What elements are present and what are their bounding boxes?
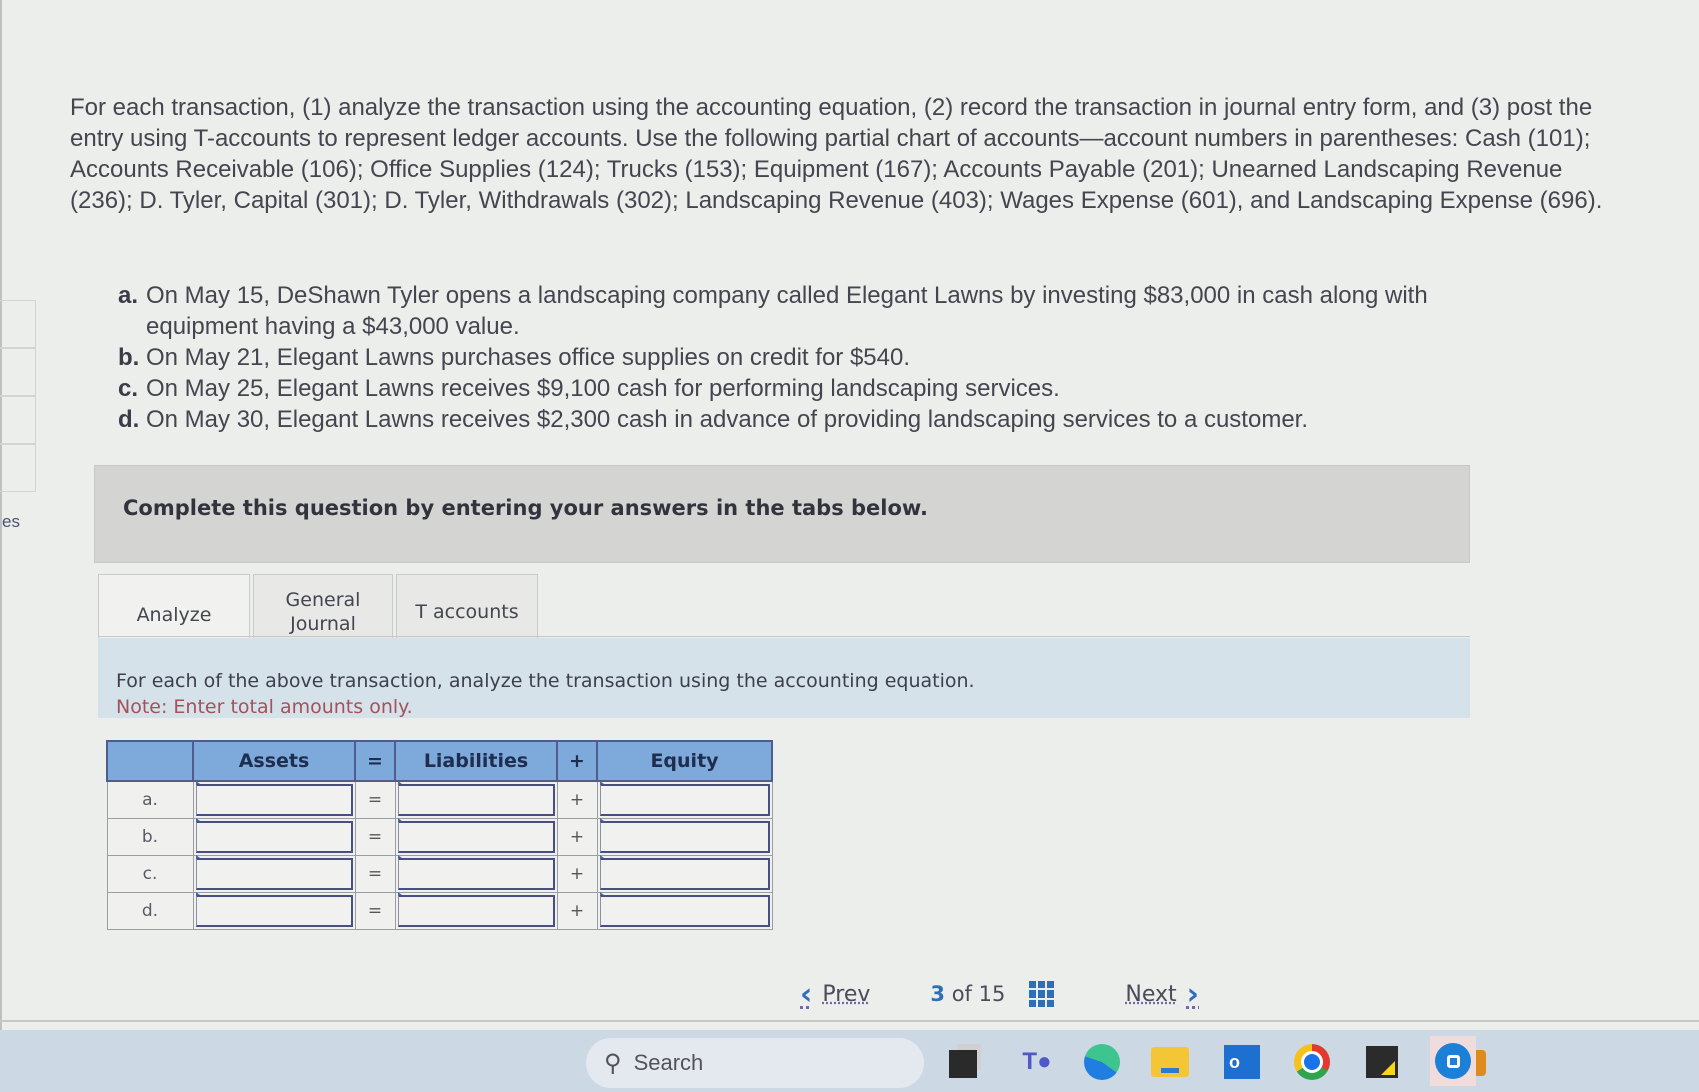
liabilities-input[interactable] (397, 821, 555, 853)
outlook-icon[interactable]: o (1222, 1042, 1262, 1082)
transaction-text: On May 30, Elegant Lawns receives $2,300… (146, 406, 1308, 433)
transaction-letter: b. (118, 344, 140, 371)
liabilities-input[interactable] (397, 784, 555, 816)
tab-divider (98, 636, 1470, 637)
sidebar-cell[interactable] (0, 348, 36, 396)
transaction-item: c. On May 25, Elegant Lawns receives $9,1… (118, 373, 1538, 404)
table-row: c. = + (106, 855, 773, 893)
plus-sign: + (556, 855, 598, 893)
header-plus: + (556, 740, 598, 782)
transaction-text: On May 21, Elegant Lawns purchases offic… (146, 344, 911, 371)
instructions-note: Note: Enter total amounts only. (116, 696, 413, 718)
header-liabilities: Liabilities (394, 740, 558, 782)
table-row: b. = + (106, 818, 773, 856)
sidebar-cell[interactable] (0, 444, 36, 492)
liabilities-input[interactable] (397, 858, 555, 890)
assets-input[interactable] (195, 784, 353, 816)
transaction-list: a. On May 15, DeShawn Tyler opens a lands… (118, 280, 1538, 435)
transaction-letter: d. (118, 406, 140, 433)
transaction-item: b. On May 21, Elegant Lawns purchases off… (118, 342, 1538, 373)
sidebar-label[interactable]: es (2, 512, 20, 532)
footer-divider (0, 1020, 1699, 1022)
question-pager: ‹ Prev 3 of 15 Next › (790, 968, 1209, 1020)
equity-input[interactable] (599, 895, 770, 927)
transaction-item: d. On May 30, Elegant Lawns receives $2,3… (118, 404, 1538, 435)
equity-input[interactable] (599, 858, 770, 890)
blue-app-icon[interactable] (1430, 1036, 1476, 1086)
edge-icon[interactable] (1082, 1042, 1122, 1082)
file-explorer-icon[interactable] (1150, 1042, 1190, 1082)
transaction-letter: c. (118, 375, 139, 402)
sidebar-cell[interactable] (0, 300, 36, 348)
transaction-text: On May 15, DeShawn Tyler opens a landsca… (146, 282, 1428, 340)
transaction-item: a. On May 15, DeShawn Tyler opens a lands… (118, 280, 1538, 342)
equals-sign: = (354, 780, 396, 819)
instruction-banner: Complete this question by entering your … (94, 465, 1470, 563)
next-button[interactable]: Next › (1125, 977, 1209, 1012)
sidebar-fragment: es (0, 300, 36, 531)
sticky-notes-icon[interactable] (1362, 1042, 1402, 1082)
header-assets: Assets (192, 740, 356, 782)
windows-start-icon[interactable] (524, 1042, 563, 1081)
equity-input[interactable] (599, 784, 770, 816)
next-label: Next (1125, 981, 1177, 1007)
header-equity: Equity (596, 740, 773, 782)
teams-icon[interactable]: T​● (1017, 1042, 1057, 1082)
transaction-text: On May 25, Elegant Lawns receives $9,100… (146, 375, 1060, 402)
assets-input[interactable] (195, 821, 353, 853)
assets-input[interactable] (195, 895, 353, 927)
table-row: a. = + (106, 780, 773, 819)
windows-taskbar: ⚲ Search T​● o (0, 1030, 1699, 1092)
of-label: of (951, 982, 972, 1006)
equity-input[interactable] (599, 821, 770, 853)
chevron-right-icon: › (1186, 976, 1199, 1012)
current-page: 3 (930, 982, 945, 1006)
equals-sign: = (354, 892, 396, 930)
plus-sign: + (556, 780, 598, 819)
plus-sign: + (556, 892, 598, 930)
liabilities-input[interactable] (397, 895, 555, 927)
browser-content: es For each transaction, (1) analyze the… (0, 0, 1699, 1030)
snipping-tool-icon[interactable] (945, 1042, 985, 1082)
banner-text: Complete this question by entering your … (123, 496, 928, 520)
question-intro: For each transaction, (1) analyze the tr… (70, 94, 1603, 214)
plus-sign: + (556, 818, 598, 856)
search-icon: ⚲ (604, 1049, 622, 1077)
sidebar-cell[interactable] (0, 396, 36, 444)
chevron-left-icon: ‹ (800, 976, 813, 1012)
assets-input[interactable] (195, 858, 353, 890)
accounting-equation-table: Assets = Liabilities + Equity a. = + b. … (106, 740, 773, 930)
transaction-letter: a. (118, 282, 139, 309)
header-blank (106, 740, 194, 782)
row-label: c. (106, 855, 194, 893)
row-label: b. (106, 818, 194, 856)
row-label: d. (106, 892, 194, 930)
equals-sign: = (354, 818, 396, 856)
page-counter: 3 of 15 (930, 982, 1005, 1006)
row-label: a. (106, 780, 194, 819)
taskbar-search[interactable]: ⚲ Search (586, 1038, 1486, 1088)
table-header-row: Assets = Liabilities + Equity (106, 740, 773, 782)
instructions-text: For each of the above transaction, analy… (116, 670, 975, 692)
prev-button[interactable]: ‹ Prev (790, 977, 870, 1012)
prev-label: Prev (822, 981, 871, 1007)
search-label: Search (633, 1050, 704, 1075)
total-pages: 15 (978, 982, 1006, 1006)
equals-sign: = (354, 855, 396, 893)
header-equals: = (354, 740, 396, 782)
instructions-panel: For each of the above transaction, analy… (98, 638, 1470, 718)
table-row: d. = + (106, 892, 773, 930)
chrome-icon[interactable] (1292, 1042, 1332, 1082)
question-grid-icon[interactable] (1029, 981, 1055, 1007)
